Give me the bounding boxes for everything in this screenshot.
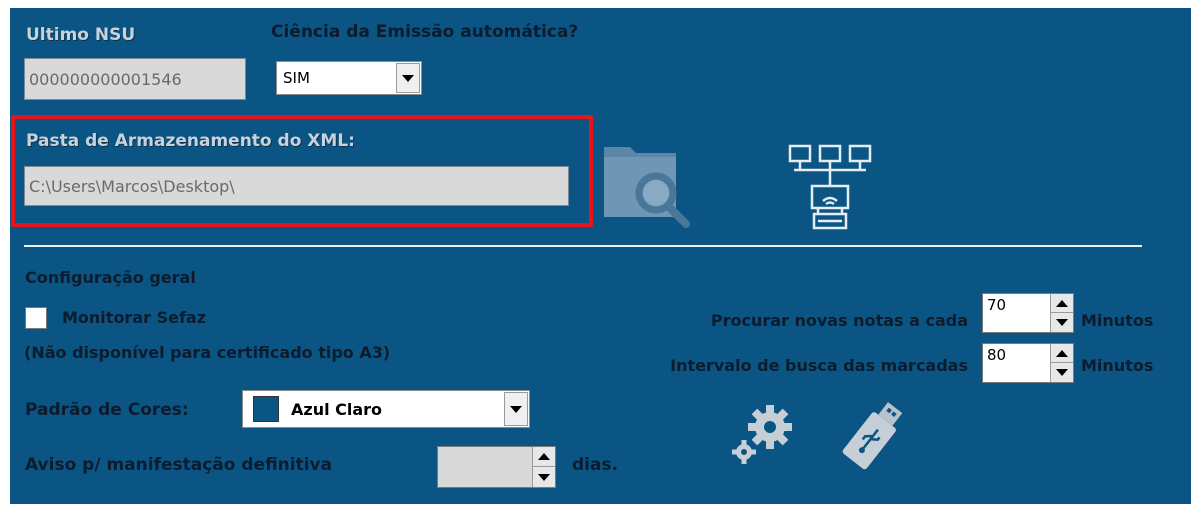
- gears-icon[interactable]: [730, 402, 800, 468]
- xml-folder-label: Pasta de Armazenamento do XML:: [26, 131, 355, 151]
- nsu-label: Ultimo NSU: [26, 25, 136, 45]
- spin-down-icon[interactable]: [1051, 313, 1073, 332]
- colors-value: Azul Claro: [291, 399, 383, 419]
- monitor-note: (Não disponível para certificado tipo A3…: [24, 343, 391, 362]
- new-notes-label: Procurar novas notas a cada: [710, 311, 968, 330]
- monitor-label: Monitorar Sefaz: [62, 308, 207, 327]
- spin-down-icon[interactable]: [533, 467, 555, 487]
- interval-spinner[interactable]: 80: [982, 343, 1074, 383]
- general-title: Configuração geral: [25, 268, 196, 287]
- monitor-checkbox[interactable]: [25, 307, 47, 329]
- aviso-unit: dias.: [572, 455, 619, 475]
- folder-search-icon[interactable]: [602, 135, 694, 230]
- spin-up-icon[interactable]: [533, 447, 555, 467]
- spin-down-icon[interactable]: [1051, 363, 1073, 382]
- aviso-spinner[interactable]: [437, 446, 556, 488]
- divider: [24, 245, 1142, 247]
- colors-label: Padrão de Cores:: [25, 400, 189, 420]
- spin-up-icon[interactable]: [1051, 294, 1073, 313]
- network-icon[interactable]: [786, 138, 878, 234]
- nsu-field[interactable]: 000000000001546: [24, 58, 246, 100]
- interval-unit: Minutos: [1081, 356, 1154, 375]
- dropdown-arrow-icon[interactable]: [396, 63, 420, 93]
- colors-select[interactable]: Azul Claro: [242, 390, 530, 428]
- dropdown-arrow-icon[interactable]: [504, 392, 528, 426]
- new-notes-spinner[interactable]: 70: [982, 293, 1074, 333]
- ciencia-select[interactable]: SIM: [276, 61, 422, 95]
- ciencia-value: SIM: [283, 69, 310, 87]
- aviso-label: Aviso p/ manifestação definitiva: [25, 455, 333, 475]
- xml-folder-path-field[interactable]: C:\Users\Marcos\Desktop\: [24, 166, 569, 206]
- new-notes-unit: Minutos: [1081, 311, 1154, 330]
- spin-up-icon[interactable]: [1051, 344, 1073, 363]
- ciencia-label: Ciência da Emissão automática?: [271, 22, 579, 42]
- new-notes-value[interactable]: 70: [987, 296, 1006, 314]
- interval-label: Intervalo de busca das marcadas: [670, 356, 968, 375]
- interval-value[interactable]: 80: [987, 346, 1006, 364]
- usb-drive-icon[interactable]: [838, 398, 908, 474]
- color-swatch: [253, 396, 279, 422]
